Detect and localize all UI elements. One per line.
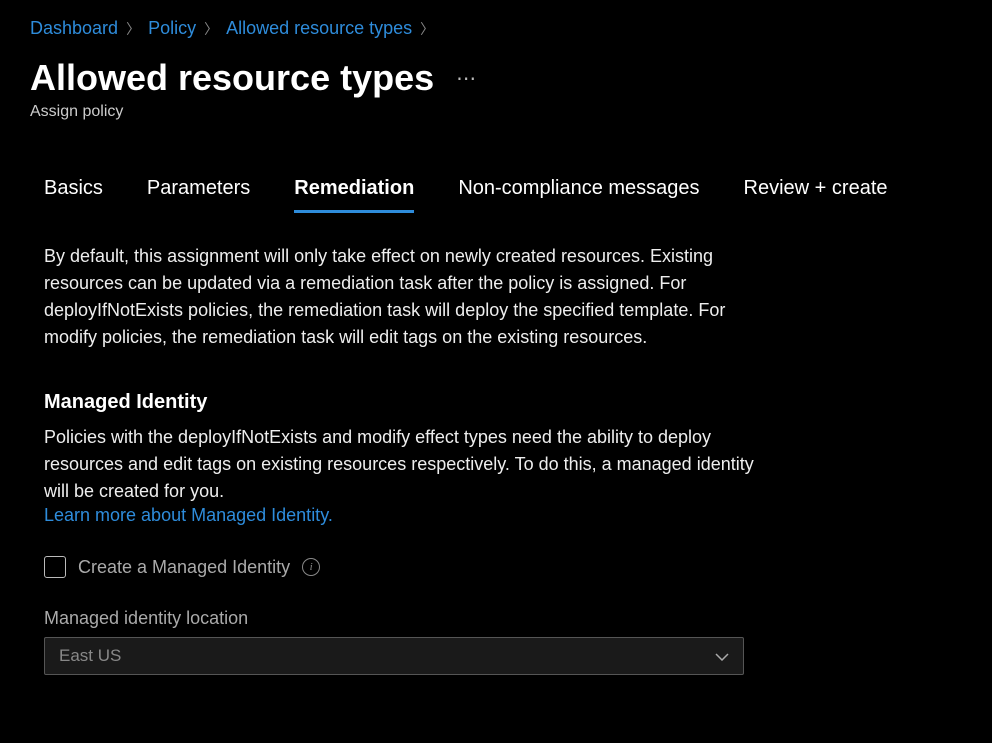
info-icon[interactable]: i <box>302 558 320 576</box>
chevron-right-icon: 〉 <box>420 19 434 39</box>
managed-identity-text: Policies with the deployIfNotExists and … <box>44 424 776 505</box>
create-managed-identity-label: Create a Managed Identity <box>78 557 290 578</box>
breadcrumb: Dashboard 〉 Policy 〉 Allowed resource ty… <box>30 18 962 39</box>
chevron-right-icon: 〉 <box>126 19 140 39</box>
remediation-description: By default, this assignment will only ta… <box>44 243 776 351</box>
page-title: Allowed resource types <box>30 57 434 99</box>
managed-identity-heading: Managed Identity <box>44 391 776 414</box>
breadcrumb-dashboard[interactable]: Dashboard <box>30 18 118 39</box>
tab-remediation[interactable]: Remediation <box>294 177 414 213</box>
tab-basics[interactable]: Basics <box>44 177 103 213</box>
managed-identity-learn-more-link[interactable]: Learn more about Managed Identity. <box>44 505 333 525</box>
tab-parameters[interactable]: Parameters <box>147 177 250 213</box>
breadcrumb-policy[interactable]: Policy <box>148 18 196 39</box>
tab-non-compliance-messages[interactable]: Non-compliance messages <box>458 177 699 213</box>
page-subtitle: Assign policy <box>30 103 962 121</box>
tabs: Basics Parameters Remediation Non-compli… <box>30 177 962 213</box>
chevron-right-icon: 〉 <box>204 19 218 39</box>
managed-identity-location-value: East US <box>59 646 121 666</box>
chevron-down-icon <box>715 648 729 664</box>
managed-identity-location-select[interactable]: East US <box>44 637 744 675</box>
create-managed-identity-checkbox[interactable] <box>44 556 66 578</box>
more-options-icon[interactable]: ⋯ <box>456 66 478 91</box>
tab-review-create[interactable]: Review + create <box>744 177 888 213</box>
managed-identity-location-label: Managed identity location <box>44 608 776 629</box>
breadcrumb-allowed-resource-types[interactable]: Allowed resource types <box>226 18 412 39</box>
